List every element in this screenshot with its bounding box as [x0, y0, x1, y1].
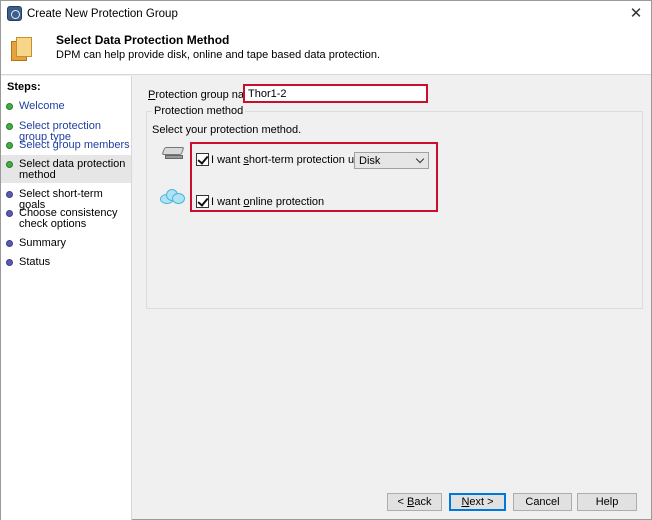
protection-group-icon — [11, 37, 33, 63]
short-term-method-select[interactable]: Disk — [354, 152, 429, 169]
step-complete-icon — [6, 142, 13, 149]
chevron-down-icon — [415, 154, 425, 164]
protection-method-description: Select your protection method. — [152, 124, 302, 136]
step-pending-icon — [6, 210, 13, 217]
step-label: Select data protection method — [19, 158, 126, 181]
back-button[interactable]: < Back — [387, 493, 442, 511]
page-subtitle: DPM can help provide disk, online and ta… — [56, 49, 381, 61]
step-select-group-members[interactable]: Select group members — [1, 140, 131, 151]
steps-sidebar: Steps: Welcome Select protection group t… — [1, 76, 132, 520]
step-pending-icon — [6, 191, 13, 198]
step-label: Summary — [19, 237, 67, 249]
short-term-protection-checkbox[interactable] — [196, 153, 209, 166]
page-title: Select Data Protection Method — [56, 33, 230, 47]
protection-method-title: Protection method — [152, 105, 246, 117]
title-bar: Create New Protection Group ✕ — [1, 1, 651, 27]
cancel-button[interactable]: Cancel — [513, 493, 572, 511]
disk-icon — [161, 147, 185, 161]
step-label: Status — [19, 256, 51, 268]
wizard-header: Select Data Protection Method DPM can he… — [1, 27, 651, 75]
dpm-app-icon — [7, 6, 22, 21]
step-complete-icon — [6, 123, 13, 130]
close-button[interactable]: ✕ — [625, 4, 647, 24]
step-current-icon — [6, 161, 13, 168]
step-label: Welcome — [19, 100, 65, 112]
short-term-protection-label[interactable]: I want short-term protection using: — [211, 154, 377, 166]
step-label: Choose consistency check options — [19, 207, 118, 230]
step-status: Status — [1, 257, 131, 268]
steps-label: Steps: — [7, 81, 41, 93]
short-term-method-value: Disk — [359, 155, 381, 167]
step-complete-icon — [6, 103, 13, 110]
online-protection-checkbox[interactable] — [196, 195, 209, 208]
next-button[interactable]: Next > — [449, 493, 506, 511]
step-pending-icon — [6, 240, 13, 247]
protection-group-name-input[interactable] — [243, 84, 428, 103]
step-label: Select group members — [19, 139, 130, 151]
step-pending-icon — [6, 259, 13, 266]
step-welcome[interactable]: Welcome — [1, 101, 131, 112]
dialog-window: Create New Protection Group ✕ Select Dat… — [0, 0, 652, 520]
help-button[interactable]: Help — [577, 493, 637, 511]
window-title: Create New Protection Group — [27, 8, 178, 20]
cloud-icon — [158, 187, 186, 205]
step-select-data-protection-method[interactable]: Select data protection method — [1, 155, 131, 183]
online-protection-label[interactable]: I want online protection — [211, 196, 324, 208]
step-summary: Summary — [1, 238, 131, 249]
step-choose-consistency-check: Choose consistency check options — [1, 208, 131, 230]
